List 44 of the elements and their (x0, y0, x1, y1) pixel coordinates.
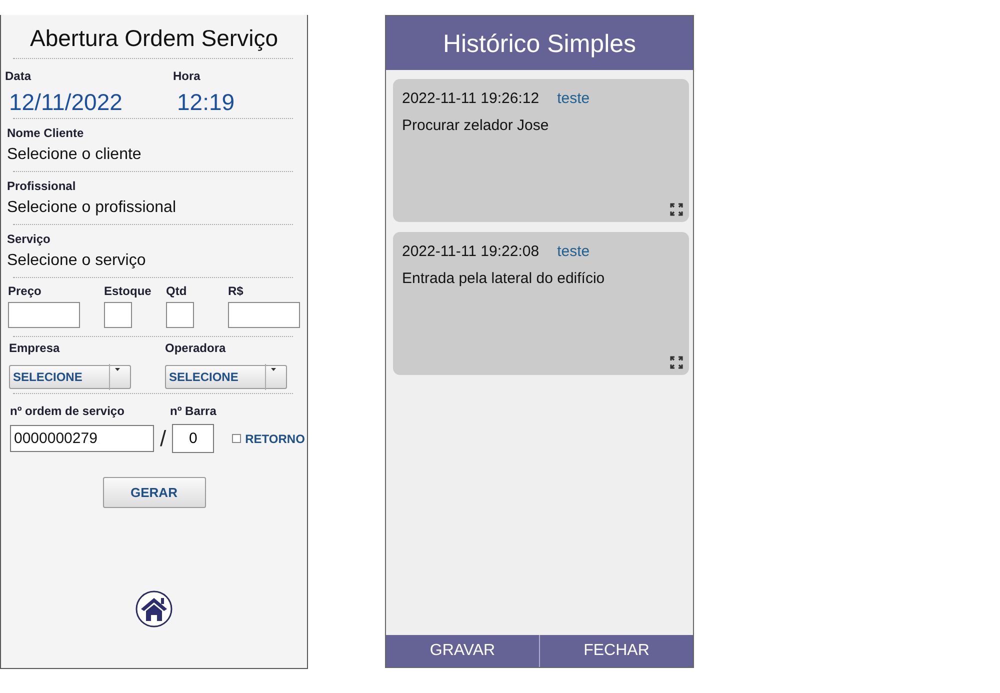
field-label: Serviço (7, 232, 50, 246)
field-label: R$ (228, 284, 244, 298)
footer-button[interactable]: FECHAR (539, 635, 693, 667)
order-number-field[interactable]: 0000000279 (10, 425, 154, 452)
form-title: Abertura Ordem Serviço (29, 24, 279, 53)
footer-button[interactable]: GRAVAR (386, 635, 539, 667)
field-label: Qtd (166, 284, 187, 298)
expand-icon[interactable] (670, 203, 683, 216)
caret-icon (270, 368, 276, 371)
generate-button[interactable]: GERAR (102, 477, 206, 508)
separator-text: / (159, 426, 168, 452)
time-label: Hora (173, 69, 200, 83)
time-value[interactable]: 12:19 (173, 85, 235, 118)
dropdown[interactable]: SELECIONE (165, 365, 287, 389)
field-label: Nome Cliente (7, 126, 84, 140)
bar-number-field[interactable]: 0 (172, 424, 214, 453)
user-name: teste (557, 243, 590, 260)
date-label: Data (5, 69, 32, 83)
input-field[interactable] (228, 302, 300, 328)
input-field[interactable] (104, 302, 132, 328)
history-text: Entrada pela lateral do edifício (402, 270, 605, 287)
picker-field[interactable]: Selecione o cliente (7, 140, 142, 171)
field-label: Profissional (7, 179, 76, 193)
expand-icon[interactable] (670, 356, 683, 369)
field-label: nº Barra (170, 404, 218, 418)
picker-field[interactable]: Selecione o profissional (7, 193, 176, 224)
field-label: Empresa (9, 341, 60, 355)
caret-icon (114, 368, 120, 371)
field-label: Operadora (165, 341, 226, 355)
picker-field[interactable]: Selecione o serviço (7, 246, 146, 277)
dialog-title: Histórico Simples (386, 16, 693, 70)
input-field[interactable] (8, 302, 80, 328)
home-icon[interactable] (135, 590, 173, 628)
date-value[interactable]: 12/11/2022 (5, 85, 122, 118)
input-field[interactable] (166, 302, 194, 328)
return-checkbox[interactable]: RETORNO (232, 432, 305, 446)
dropdown[interactable]: SELECIONE (9, 365, 131, 389)
field-label: nº ordem de serviço (10, 404, 126, 418)
field-label: Estoque (104, 284, 152, 298)
timestamp: 2022-11-11 19:22:08 (402, 243, 540, 260)
user-name: teste (557, 90, 590, 107)
history-text: Procurar zelador Jose (402, 117, 549, 134)
field-label: Preço (8, 284, 42, 298)
timestamp: 2022-11-11 19:26:12 (402, 90, 540, 107)
